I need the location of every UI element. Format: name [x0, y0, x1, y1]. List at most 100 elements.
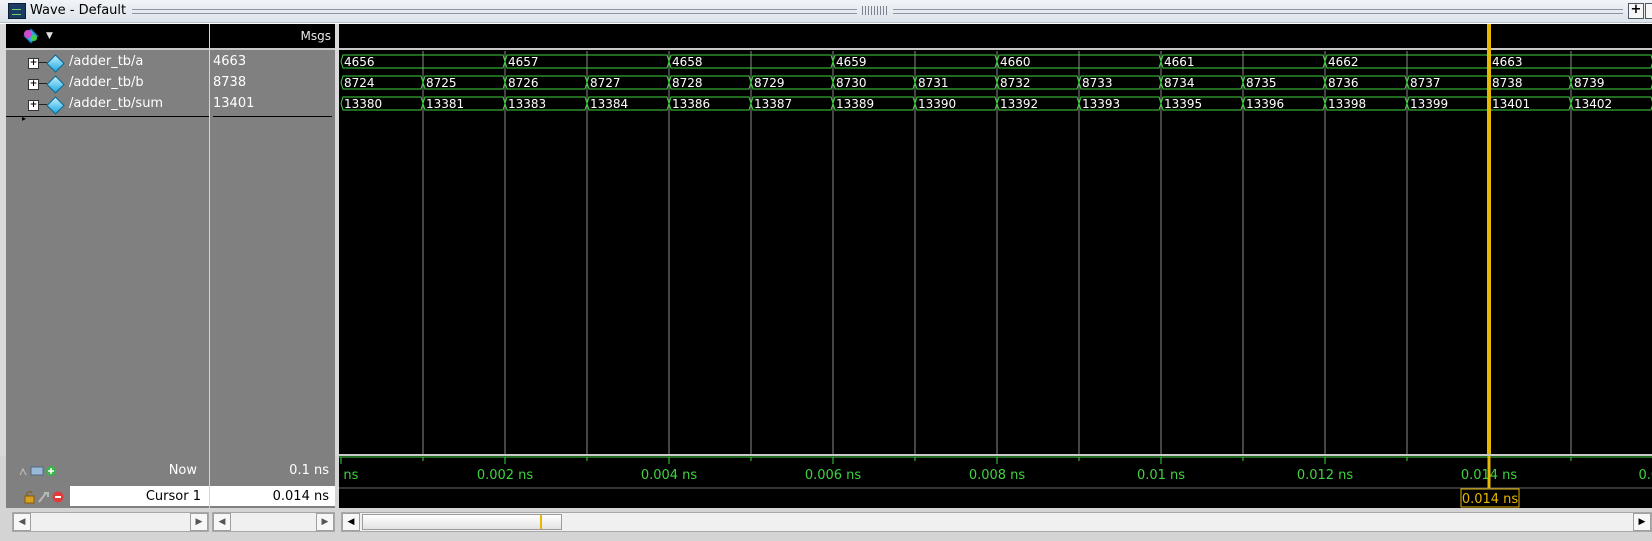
wave-value-label: 13396: [1246, 97, 1284, 111]
expand-icon[interactable]: +: [28, 79, 39, 90]
wave-value-label: 13401: [1492, 97, 1530, 111]
scroll-thumb[interactable]: [362, 514, 562, 530]
values-header: Msgs: [210, 24, 335, 50]
ruler-tick-label: 0.008 ns: [969, 468, 1026, 483]
cursor-value: 0.014 ns: [272, 489, 329, 504]
wave-value-label: 8727: [590, 76, 621, 90]
maximize-icon[interactable]: +: [1628, 3, 1644, 19]
wave-value-label: 8726: [508, 76, 539, 90]
window-titlebar: Wave - Default +: [0, 0, 1652, 23]
wave-options-icon[interactable]: [20, 27, 42, 45]
wave-value-label: 13398: [1328, 97, 1366, 111]
wave-value-label: 13380: [344, 97, 382, 111]
wave-value-label: 4659: [836, 55, 867, 69]
cursor-toolbar-icons[interactable]: [24, 490, 68, 504]
cursor-value-field[interactable]: 0.014 ns: [210, 486, 335, 506]
ruler-tick-label: 0.01 ns: [1137, 468, 1185, 483]
titlebar-drag-handle[interactable]: [862, 6, 888, 15]
signal-row-sum[interactable]: + /adder_tb/sum: [6, 95, 209, 117]
wave-value-label: 8734: [1164, 76, 1195, 90]
scroll-right-icon[interactable]: ▶: [190, 513, 208, 531]
wave-value-label: 8736: [1328, 76, 1359, 90]
signal-row-a[interactable]: + /adder_tb/a: [6, 53, 209, 74]
wave-header-separator: [339, 48, 1652, 50]
now-row: Now: [6, 456, 209, 484]
wave-value-label: 4658: [672, 55, 703, 69]
signal-row-b[interactable]: + /adder_tb/b: [6, 74, 209, 95]
signal-diamond-icon: [46, 96, 65, 115]
cursor-line: [1487, 24, 1491, 456]
ruler-tick-label: 0 ns: [339, 468, 359, 483]
scroll-left-icon[interactable]: ◀: [342, 513, 360, 531]
wave-value-label: 8738: [1492, 76, 1523, 90]
wave-value-label: 8729: [754, 76, 785, 90]
cursor-row[interactable]: Cursor 1: [6, 484, 209, 508]
waveform-canvas: 4656 4657 4658 4659 4660 4661 4662 4663 8724 8725…: [339, 24, 1652, 456]
wave-value-label: 4656: [344, 55, 375, 69]
waveform-pane[interactable]: 4656 4657 4658 4659 4660 4661 4662 4663 8724 8725…: [339, 24, 1652, 456]
window-title: Wave - Default: [30, 3, 127, 18]
wave-value-label: 8737: [1410, 76, 1441, 90]
wave-value-label: 8739: [1574, 76, 1605, 90]
scroll-left-icon[interactable]: ◀: [213, 513, 231, 531]
signal-values-pane[interactable]: Msgs 4663 8738 13401: [210, 24, 335, 456]
wave-value-label: 4663: [1492, 55, 1523, 69]
now-toolbar-icons[interactable]: [18, 465, 68, 477]
chevron-down-icon[interactable]: ▼: [46, 31, 53, 41]
wave-value-label: 4660: [1000, 55, 1031, 69]
scroll-right-icon[interactable]: ▶: [1633, 513, 1651, 531]
ruler-tick-label: 0.002 ns: [477, 468, 534, 483]
expand-icon[interactable]: +: [28, 58, 39, 69]
wave-value-label: 13387: [754, 97, 792, 111]
names-hscrollbar[interactable]: ◀ ▶: [12, 512, 209, 532]
signal-value: 8738: [213, 75, 247, 90]
wave-value-label: 13389: [836, 97, 874, 111]
cursor-ruler-line: [1487, 456, 1491, 488]
wave-value-label: 13392: [1000, 97, 1038, 111]
wave-hscrollbar[interactable]: ◀ ▶: [341, 512, 1652, 532]
titlebar-grip-right[interactable]: [893, 9, 1623, 14]
wave-value-label: 13399: [1410, 97, 1448, 111]
ruler-tick-label: 0.01: [1639, 468, 1652, 483]
wave-value-label: 13384: [590, 97, 628, 111]
wave-value-label: 13402: [1574, 97, 1612, 111]
wave-value-label: 13381: [426, 97, 464, 111]
signal-diamond-icon: [46, 75, 65, 94]
wave-value-label: 8733: [1082, 76, 1113, 90]
time-ruler[interactable]: 0 ns 0.002 ns 0.004 ns 0.006 ns 0.008 ns 0.01…: [339, 456, 1652, 508]
signal-diamond-icon: [46, 54, 65, 73]
wave-value-label: 8728: [672, 76, 703, 90]
wave-value-label: 13395: [1164, 97, 1202, 111]
wave-value-label: 13390: [918, 97, 956, 111]
insert-marker-icon: ▸: [22, 114, 27, 123]
wave-value-label: 8735: [1246, 76, 1277, 90]
undock-icon[interactable]: [1645, 3, 1652, 19]
titlebar-grip-left[interactable]: [132, 9, 857, 14]
cursor-label: Cursor 1: [145, 489, 201, 504]
wave-value-label: 8732: [1000, 76, 1031, 90]
cursor-name-field[interactable]: Cursor 1: [70, 486, 209, 506]
names-header: ▼: [6, 24, 209, 50]
signal-value: 13401: [213, 96, 255, 111]
scroll-right-icon[interactable]: ▶: [316, 513, 334, 531]
signal-name: /adder_tb/sum: [69, 96, 164, 111]
now-value-cell: 0.1 ns: [210, 456, 335, 484]
wave-value-label: 8731: [918, 76, 949, 90]
ruler-tick-label: 0.004 ns: [641, 468, 698, 483]
signal-name: /adder_tb/b: [69, 75, 144, 90]
scroll-left-icon[interactable]: ◀: [13, 513, 31, 531]
wave-value-label: 13393: [1082, 97, 1120, 111]
expand-icon[interactable]: +: [28, 100, 39, 111]
wave-value-label: 8725: [426, 76, 457, 90]
cursor-value-cell[interactable]: 0.014 ns: [210, 484, 335, 508]
row-separator: [213, 116, 332, 117]
values-hscrollbar[interactable]: ◀ ▶: [212, 512, 335, 532]
signal-value: 4663: [213, 54, 247, 69]
signal-names-pane[interactable]: ▼ + /adder_tb/a + /adder_tb/b + /adder_t…: [6, 24, 209, 456]
wave-value-label: 4661: [1164, 55, 1195, 69]
wave-window-icon: [8, 3, 26, 19]
wave-value-label: 4657: [508, 55, 539, 69]
cursor-flag-label: 0.014 ns: [1462, 492, 1519, 507]
wave-value-label: 4662: [1328, 55, 1359, 69]
wave-value-label: 13386: [672, 97, 710, 111]
